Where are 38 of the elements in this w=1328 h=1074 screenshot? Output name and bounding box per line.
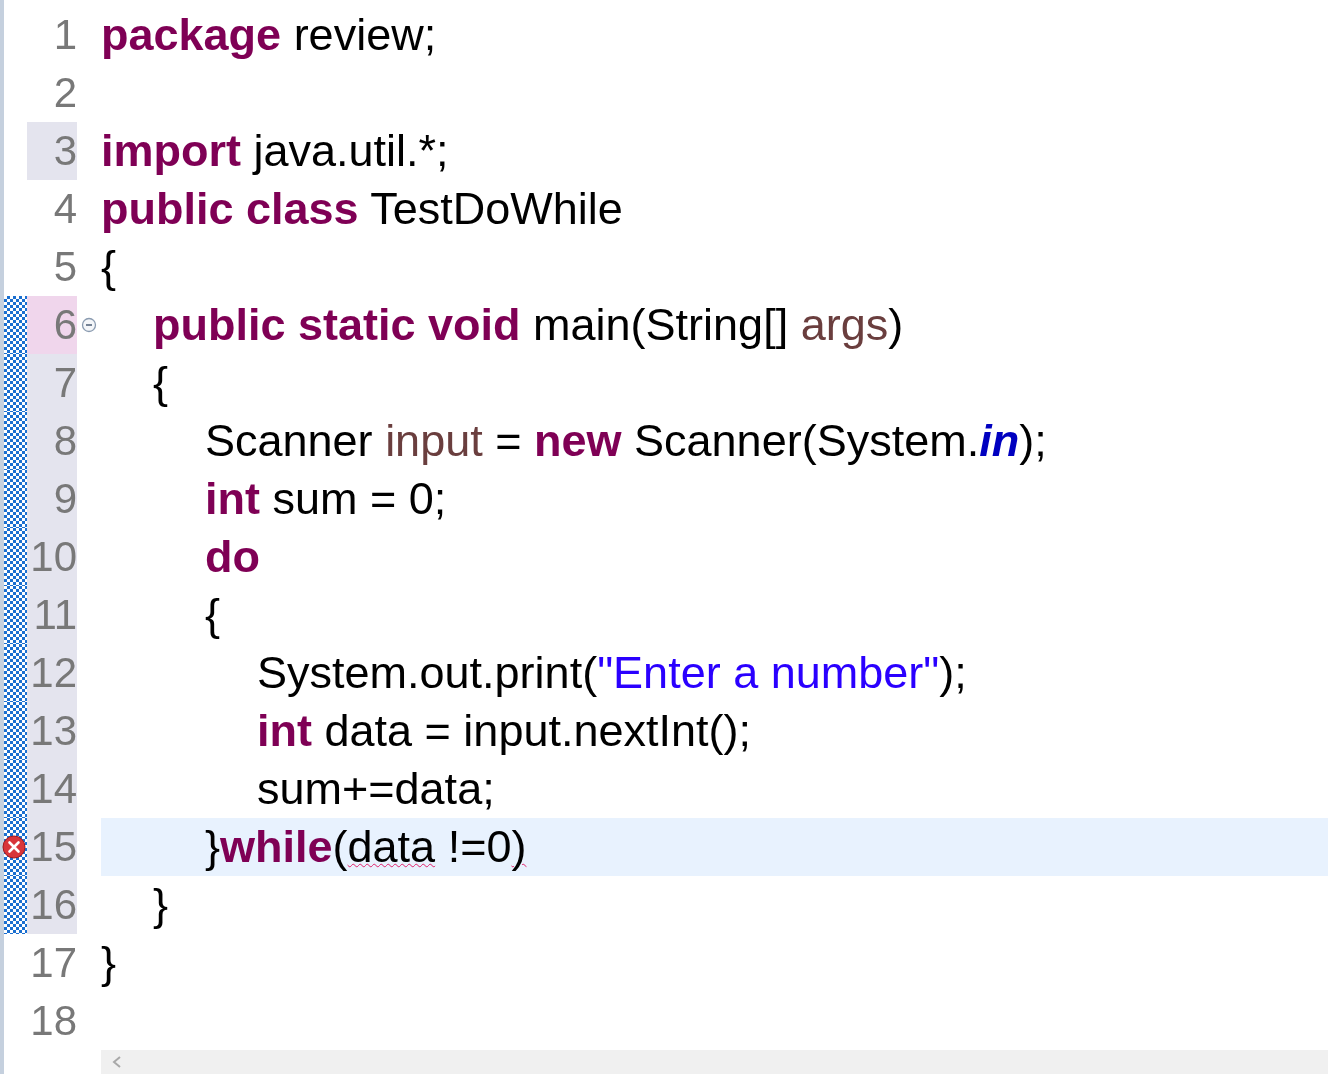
line-number: 15 xyxy=(27,818,77,876)
code-line: package review; xyxy=(101,9,437,60)
line-number: 6 xyxy=(27,296,77,354)
line-number: 8 xyxy=(27,412,77,470)
code-line: int sum = 0; xyxy=(204,473,447,524)
line-number: 4 xyxy=(52,184,77,234)
line-number: 3 xyxy=(27,122,77,180)
line-number: 7 xyxy=(27,354,77,412)
line-number: 14 xyxy=(27,760,77,818)
line-number: 5 xyxy=(52,242,77,292)
code-line: }while(data !=0) xyxy=(204,821,527,872)
line-number: 10 xyxy=(27,528,77,586)
code-line: public class TestDoWhile xyxy=(101,183,623,234)
line-number: 18 xyxy=(29,996,77,1046)
line-number: 11 xyxy=(27,586,77,644)
code-line: int data = input.nextInt(); xyxy=(256,705,751,756)
code-line: } xyxy=(101,937,117,988)
horizontal-scrollbar[interactable] xyxy=(101,1050,1328,1074)
line-number: 17 xyxy=(29,938,77,988)
code-line: Scanner input = new Scanner(System.in); xyxy=(204,415,1047,466)
code-line: { xyxy=(204,589,221,640)
code-line: sum+=data; xyxy=(256,763,495,814)
line-number: 13 xyxy=(27,702,77,760)
code-line: import java.util.*; xyxy=(101,125,449,176)
code-line: do xyxy=(204,531,260,582)
code-line: { xyxy=(152,357,169,408)
line-number: 9 xyxy=(27,470,77,528)
code-line: public static void main(String[] args) xyxy=(152,299,904,350)
scroll-left-icon[interactable] xyxy=(111,1055,123,1069)
code-line: { xyxy=(101,241,117,292)
line-number: 2 xyxy=(52,68,77,118)
code-line: } xyxy=(152,879,169,930)
line-number: 16 xyxy=(27,876,77,934)
code-line: System.out.print("Enter a number"); xyxy=(256,647,967,698)
collapse-icon[interactable] xyxy=(81,317,97,333)
line-number: 12 xyxy=(27,644,77,702)
line-number: 1 xyxy=(52,10,77,60)
error-icon[interactable] xyxy=(2,835,26,859)
